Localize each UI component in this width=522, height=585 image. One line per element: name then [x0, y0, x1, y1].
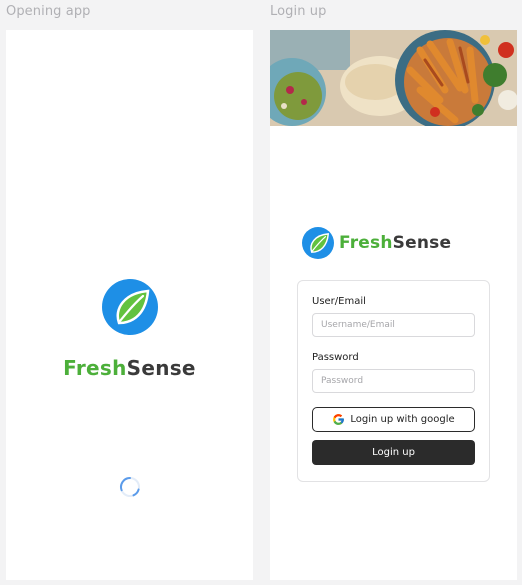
user-email-input[interactable]	[312, 313, 475, 337]
google-login-button[interactable]: Login up with google	[312, 407, 475, 432]
brand-fresh: Fresh	[339, 233, 393, 253]
password-label: Password	[312, 352, 359, 363]
brand-sense: Sense	[392, 233, 452, 253]
login-screen: FreshSense User/Email Password Login up …	[270, 30, 517, 580]
login-frame-title: Login up	[270, 4, 327, 19]
brand-wordmark: FreshSense	[6, 356, 253, 380]
brand-sense: Sense	[126, 356, 196, 380]
google-icon	[333, 414, 345, 425]
login-submit-button[interactable]: Login up	[312, 440, 475, 465]
leaf-logo-icon	[102, 279, 158, 335]
brand-logo-row: FreshSense	[302, 227, 451, 259]
food-photo	[270, 30, 517, 126]
brand-fresh: Fresh	[63, 356, 127, 380]
login-card: User/Email Password Login up with google…	[297, 280, 490, 482]
google-login-label: Login up with google	[350, 414, 455, 425]
leaf-logo-icon	[302, 227, 334, 259]
brand-wordmark: FreshSense	[339, 233, 451, 253]
opening-app-screen: FreshSense	[6, 30, 253, 580]
user-email-label: User/Email	[312, 296, 366, 307]
loading-spinner-icon	[120, 477, 140, 497]
opening-app-frame-title: Opening app	[6, 4, 91, 19]
password-input[interactable]	[312, 369, 475, 393]
